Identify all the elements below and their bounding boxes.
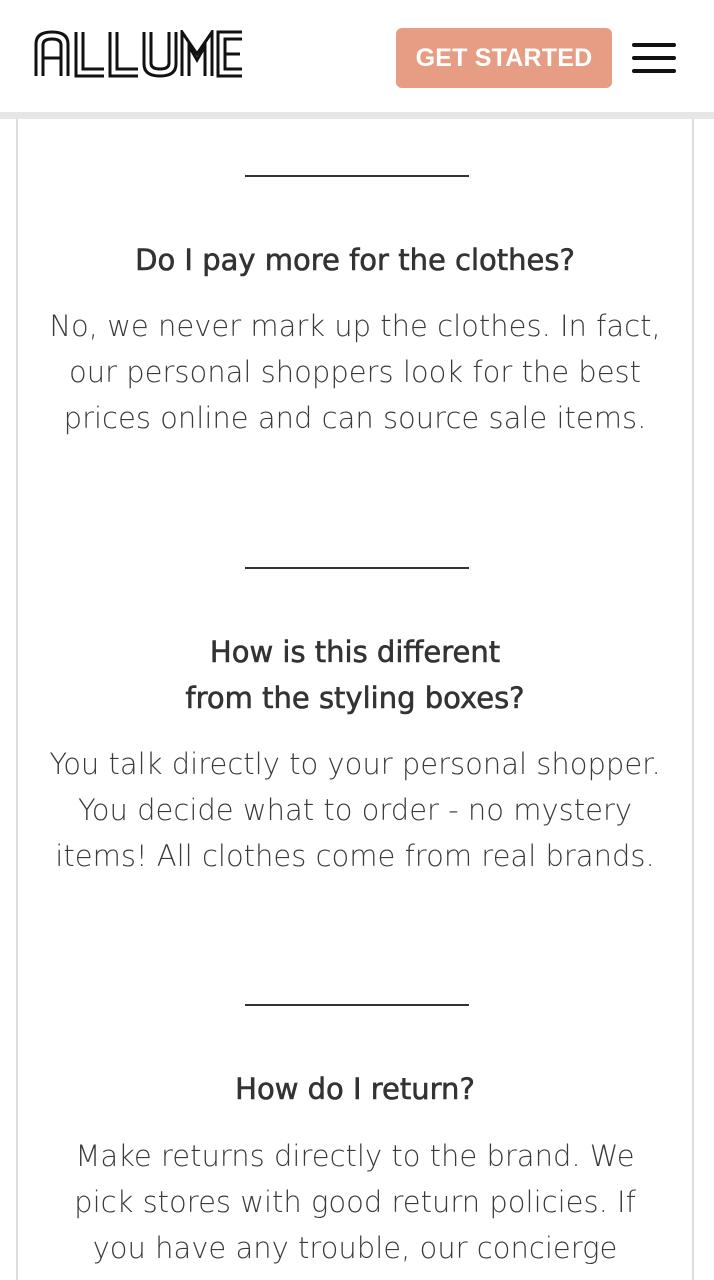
faq-question-line: How is this different xyxy=(209,635,501,670)
faq-divider xyxy=(245,567,469,569)
get-started-button[interactable]: GET STARTED xyxy=(396,28,612,88)
allume-logo[interactable] xyxy=(34,30,244,78)
faq-question-line: from the styling boxes? xyxy=(185,681,525,716)
faq-divider xyxy=(245,175,469,177)
header-divider xyxy=(0,112,714,119)
site-header: GET STARTED xyxy=(0,0,714,112)
menu-bar xyxy=(632,43,676,47)
menu-bar xyxy=(632,56,676,60)
faq-answer: You talk directly to your personal shopp… xyxy=(49,747,661,873)
faq-answer: No, we never mark up the clothes. In fac… xyxy=(49,309,661,435)
faq-question: How do I return? xyxy=(235,1072,475,1107)
faq-question: Do I pay more for the clothes? xyxy=(135,243,575,278)
faq-section: Do I pay more for the clothes? No, we ne… xyxy=(16,119,694,1280)
menu-bar xyxy=(632,69,676,73)
faq-question: How is this different from the styling b… xyxy=(38,629,672,721)
hamburger-menu-icon[interactable] xyxy=(630,40,678,76)
allume-logo-mark xyxy=(34,30,242,78)
faq-divider xyxy=(245,1004,469,1006)
faq-answer: Make returns directly to the brand. We p… xyxy=(74,1139,636,1265)
